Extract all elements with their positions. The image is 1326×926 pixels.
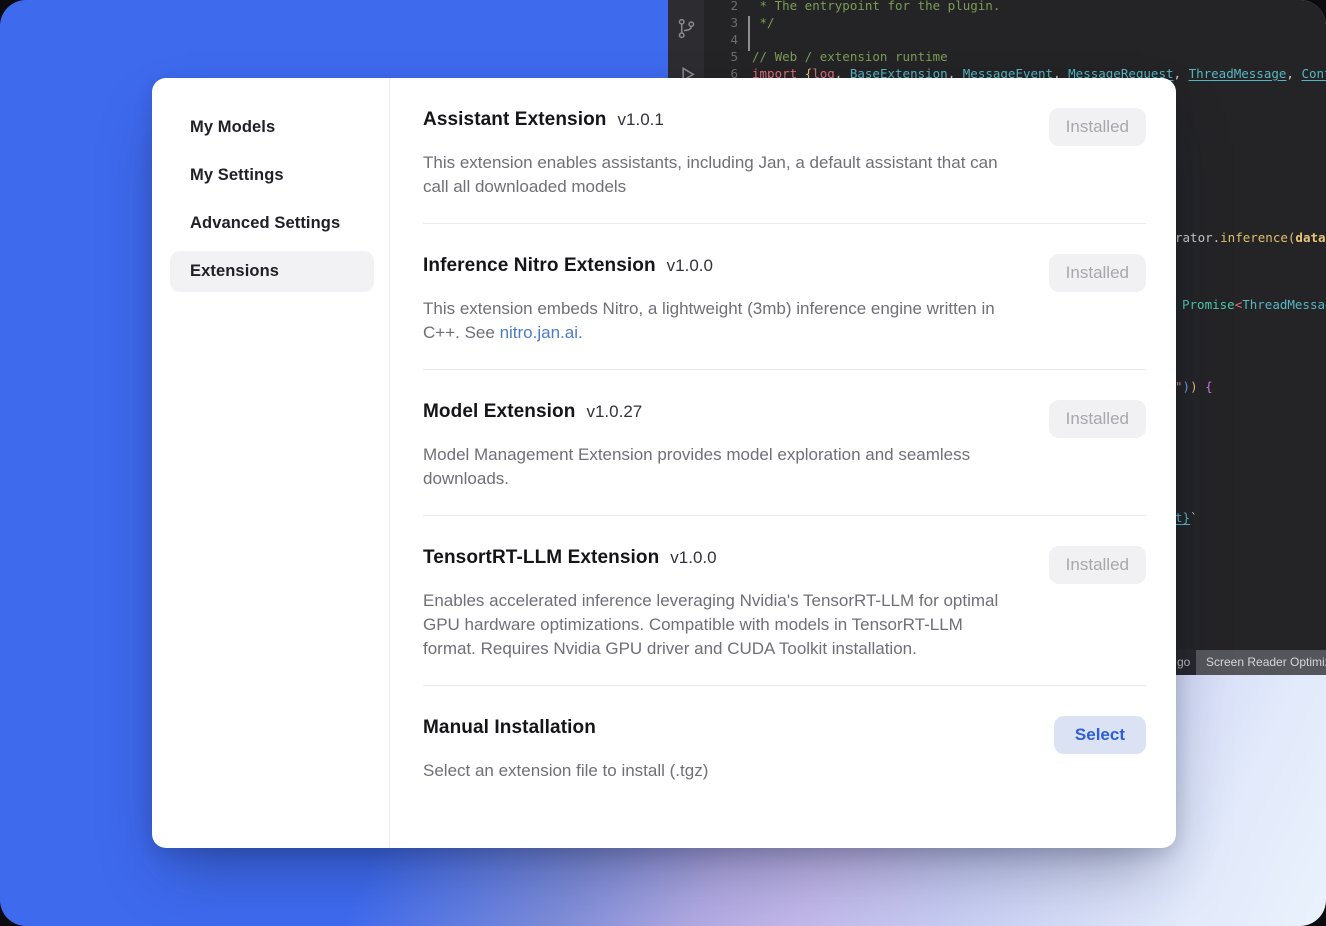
extension-name: Manual Installation bbox=[423, 716, 596, 740]
extension-description: Select an extension file to install (.tg… bbox=[423, 759, 1008, 783]
source-control-icon bbox=[675, 17, 698, 40]
extension-version: v1.0.0 bbox=[667, 256, 713, 276]
code-fragment: t}` bbox=[1175, 509, 1198, 526]
extension-row-model-extension: Model Extension v1.0.27 Installed Model Man… bbox=[423, 370, 1146, 516]
code-fragment: rator.inference(data)); bbox=[1175, 229, 1326, 246]
sidebar-item-my-settings[interactable]: My Settings bbox=[170, 155, 374, 196]
installed-badge: Installed bbox=[1049, 546, 1146, 584]
installed-badge: Installed bbox=[1049, 108, 1146, 146]
sidebar-nav: My Models My Settings Advanced Settings Ext… bbox=[152, 78, 390, 848]
extension-version: v1.0.0 bbox=[670, 548, 716, 568]
sidebar-item-my-models[interactable]: My Models bbox=[170, 107, 374, 148]
extension-description: Enables accelerated inference leveraging… bbox=[423, 589, 1008, 661]
extension-row-manual-installation: Manual Installation Select Select an exten… bbox=[423, 686, 1146, 807]
indent-guide bbox=[748, 16, 750, 51]
line-number: 2 bbox=[704, 0, 752, 14]
line-number: 3 bbox=[704, 14, 752, 31]
code-fragment: ")) { bbox=[1175, 378, 1213, 395]
extension-name: Model Extension bbox=[423, 400, 575, 424]
nitro-link[interactable]: nitro.jan.ai. bbox=[500, 323, 583, 342]
extension-name: TensortRT-LLM Extension bbox=[423, 546, 659, 570]
line-number: 5 bbox=[704, 48, 752, 65]
code-lines: 2 * The entrypoint for the plugin.3 */45… bbox=[704, 0, 1326, 82]
line-number: 4 bbox=[704, 31, 752, 48]
page-background: 2 * The entrypoint for the plugin.3 */45… bbox=[0, 0, 1326, 926]
code-fragment: Promise<ThreadMessage> bbox=[1182, 296, 1326, 313]
extension-name: Assistant Extension bbox=[423, 108, 607, 132]
select-button[interactable]: Select bbox=[1054, 716, 1146, 754]
extension-row-inference-nitro-extension: Inference Nitro Extension v1.0.0 Installed… bbox=[423, 224, 1146, 370]
extension-version: v1.0.1 bbox=[618, 110, 664, 130]
status-bar-text: go bbox=[1177, 650, 1190, 675]
extension-description: This extension embeds Nitro, a lightweig… bbox=[423, 297, 1008, 345]
extension-row-assistant-extension: Assistant Extension v1.0.1 Installed This e… bbox=[423, 78, 1146, 224]
extension-row-tensortrt-llm-extension: TensortRT-LLM Extension v1.0.0 Installed En… bbox=[423, 516, 1146, 686]
screen-reader-status-item: Screen Reader Optimize bbox=[1196, 650, 1326, 675]
extension-list: Assistant Extension v1.0.1 Installed This e… bbox=[390, 78, 1176, 848]
installed-badge: Installed bbox=[1049, 400, 1146, 438]
extension-description: Model Management Extension provides mode… bbox=[423, 443, 1008, 491]
sidebar-item-advanced-settings[interactable]: Advanced Settings bbox=[170, 203, 374, 244]
extension-name: Inference Nitro Extension bbox=[423, 254, 656, 278]
extension-description: This extension enables assistants, inclu… bbox=[423, 151, 1008, 199]
installed-badge: Installed bbox=[1049, 254, 1146, 292]
extension-version: v1.0.27 bbox=[586, 402, 642, 422]
settings-card: My Models My Settings Advanced Settings Ext… bbox=[152, 78, 1176, 848]
sidebar-item-extensions[interactable]: Extensions bbox=[170, 251, 374, 292]
